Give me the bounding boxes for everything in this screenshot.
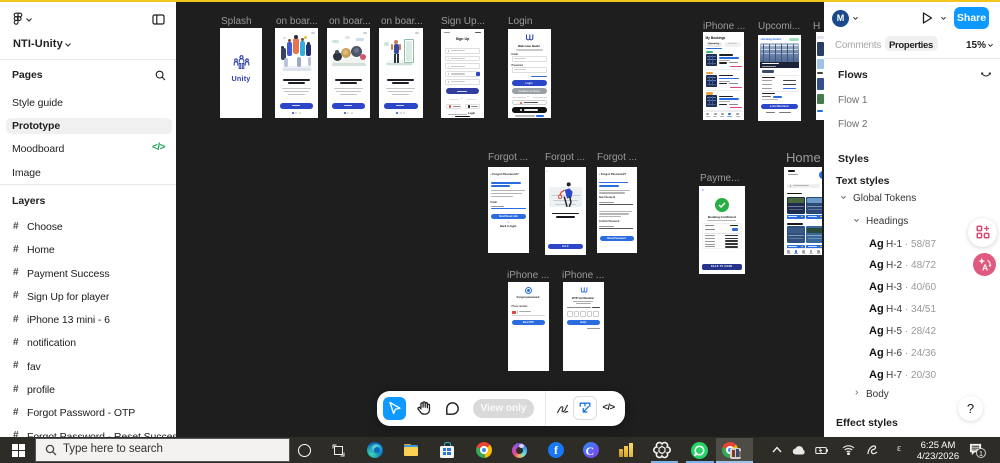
- svg-text:A: A: [982, 263, 988, 273]
